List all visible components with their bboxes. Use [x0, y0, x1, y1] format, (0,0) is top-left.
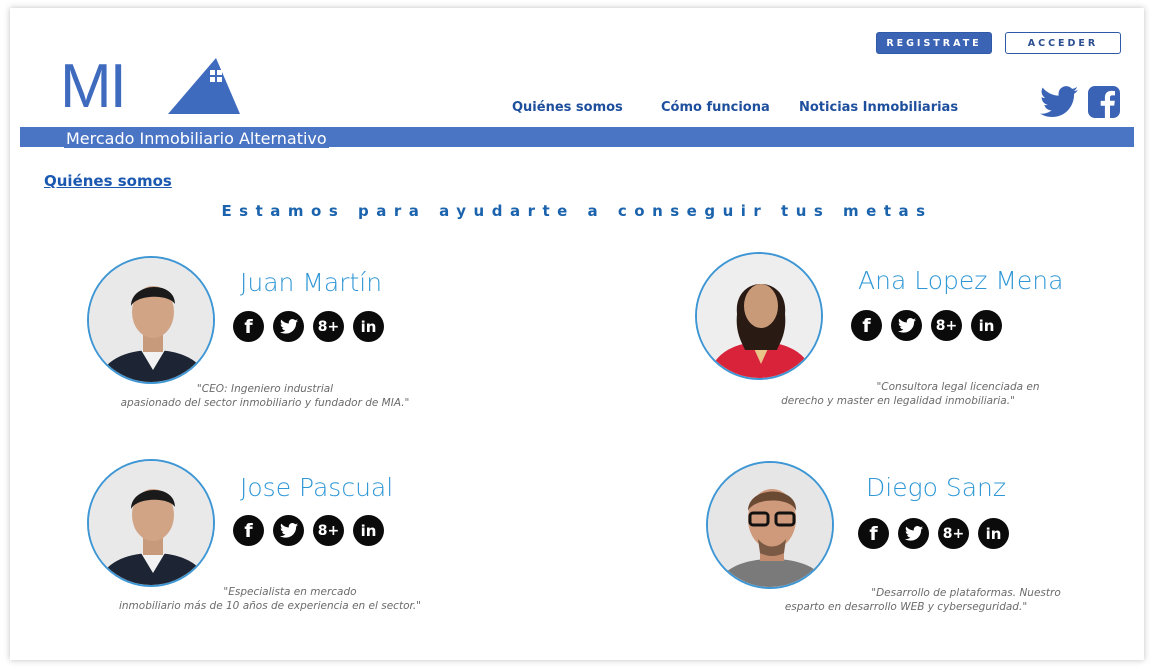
member-name: Jose Pascual — [240, 473, 394, 502]
linkedin-icon[interactable]: in — [353, 515, 384, 546]
twitter-icon[interactable] — [898, 518, 929, 549]
linkedin-icon[interactable]: in — [978, 518, 1009, 549]
facebook-icon[interactable]: f — [858, 518, 889, 549]
nav-como-funciona[interactable]: Cómo funciona — [661, 100, 770, 115]
social-icons-row: f 8+ in — [858, 518, 1009, 549]
facebook-icon[interactable]: f — [851, 310, 882, 341]
login-button[interactable]: ACCEDER — [1005, 32, 1121, 54]
member-name: Ana Lopez Mena — [858, 266, 1064, 295]
member-name: Juan Martín — [240, 268, 383, 297]
twitter-icon[interactable] — [273, 515, 304, 546]
avatar-ana-lopez-mena — [695, 252, 823, 380]
member-bio: "Consultora legal licenciada en derecho … — [781, 381, 1040, 407]
linkedin-icon[interactable]: in — [971, 310, 1002, 341]
facebook-icon[interactable]: f — [233, 515, 264, 546]
twitter-icon[interactable] — [273, 311, 304, 342]
section-title-link[interactable]: Quiénes somos — [44, 172, 172, 190]
google-plus-icon[interactable]: 8+ — [313, 311, 344, 342]
logo[interactable]: MI — [60, 54, 245, 124]
social-icons-row: f 8+ in — [851, 310, 1002, 341]
google-plus-icon[interactable]: 8+ — [313, 515, 344, 546]
twitter-icon[interactable] — [891, 310, 922, 341]
house-roof-icon — [168, 58, 240, 114]
avatar-juan-martin — [87, 256, 215, 384]
avatar-diego-sanz — [706, 461, 834, 589]
linkedin-icon[interactable]: in — [353, 311, 384, 342]
google-plus-icon[interactable]: 8+ — [938, 518, 969, 549]
google-plus-icon[interactable]: 8+ — [931, 310, 962, 341]
member-name: Diego Sanz — [866, 473, 1006, 502]
logo-text: MI — [60, 52, 127, 121]
avatar-jose-pascual — [87, 459, 215, 587]
member-bio: "Especialista en mercado inmobiliario má… — [118, 586, 422, 612]
member-bio: "Desarrollo de plataformas. Nuestro espa… — [784, 587, 1061, 613]
site-subtitle: Mercado Inmobiliario Alternativo — [64, 129, 329, 148]
member-bio: "CEO: Ingeniero industrial apasionado de… — [120, 383, 410, 409]
nav-quienes-somos[interactable]: Quiénes somos — [512, 100, 623, 115]
register-button[interactable]: REGISTRATE — [876, 32, 992, 54]
nav-noticias-inmobiliarias[interactable]: Noticias Inmobiliarias — [799, 100, 958, 115]
facebook-icon[interactable]: f — [233, 311, 264, 342]
headline: Estamos para ayudarte a conseguir tus me… — [221, 202, 933, 220]
twitter-icon[interactable] — [1040, 86, 1078, 123]
facebook-icon[interactable] — [1088, 86, 1120, 123]
social-icons-row: f 8+ in — [233, 311, 384, 342]
social-icons-row: f 8+ in — [233, 515, 384, 546]
